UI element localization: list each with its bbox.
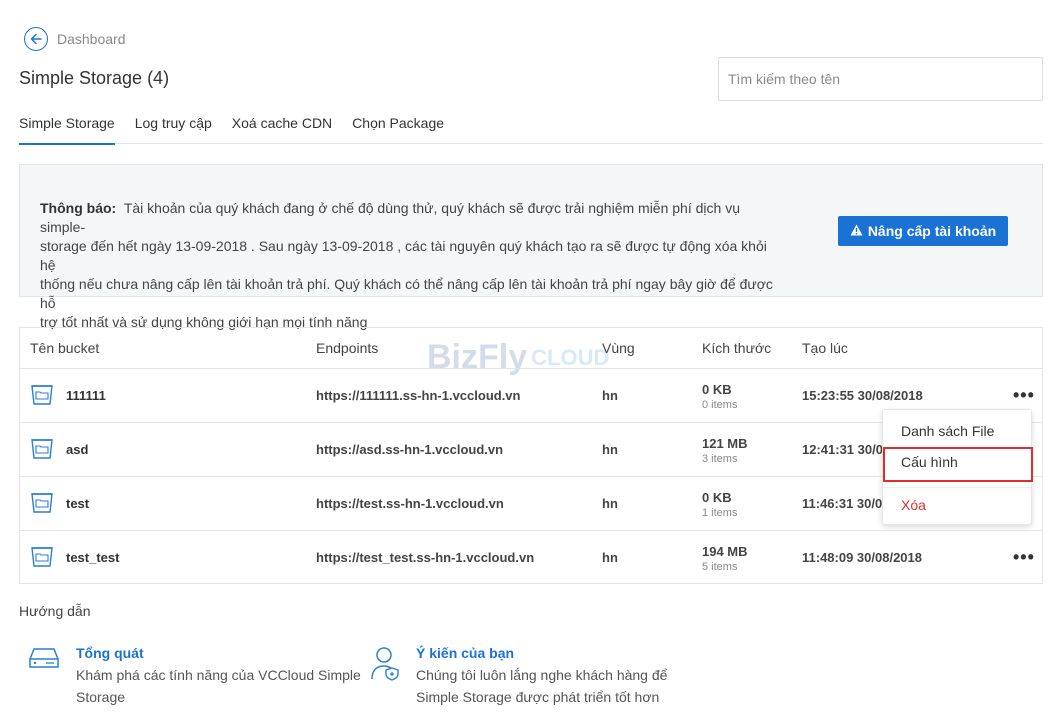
upgrade-button-label: Nâng cấp tài khoản <box>867 223 997 239</box>
bucket-created: 15:23:55 30/08/2018 <box>802 388 923 403</box>
bucket-region: hn <box>602 550 618 565</box>
server-icon <box>28 645 60 708</box>
more-actions-button[interactable]: ••• <box>1013 385 1035 406</box>
trial-notice: Thông báo: Tài khoản của quý khách đang … <box>19 164 1043 330</box>
tab-clear-cdn-cache[interactable]: Xoá cache CDN <box>232 115 332 144</box>
bucket-icon <box>30 491 54 516</box>
back-to-dashboard[interactable]: Dashboard <box>24 27 126 51</box>
notice-prefix: Thông báo: <box>40 200 117 216</box>
tab-bar: Simple Storage Log truy cập Xoá cache CD… <box>19 115 1043 145</box>
menu-item-file-list[interactable]: Danh sách File <box>901 423 994 439</box>
bucket-icon <box>30 383 54 408</box>
warning-icon <box>850 224 863 239</box>
guide-feedback-link[interactable]: Ý kiến của bạn <box>416 645 667 661</box>
upgrade-account-button[interactable]: Nâng cấp tài khoản <box>838 216 1008 246</box>
bucket-endpoint: https://asd.ss-hn-1.vccloud.vn <box>316 442 504 457</box>
user-support-icon <box>370 645 400 708</box>
search-input[interactable] <box>718 57 1043 101</box>
menu-divider <box>883 487 1031 488</box>
guide-title: Hướng dẫn <box>19 603 91 619</box>
bucket-region: hn <box>602 388 618 403</box>
header-region: Vùng <box>602 340 635 356</box>
bucket-name[interactable]: test_test <box>66 550 119 565</box>
menu-item-delete[interactable]: Xóa <box>901 497 926 513</box>
bucket-created: 12:41:31 30/0 <box>802 442 883 457</box>
bucket-items: 0 items <box>702 399 738 411</box>
menu-item-configure[interactable]: Cấu hình <box>901 454 958 470</box>
arrow-left-icon <box>24 27 48 51</box>
notice-line-2: storage đến hết ngày 13-09-2018 . Sau ng… <box>40 238 767 273</box>
guide-feedback-desc-2: Simple Storage được phát triển tốt hơn <box>416 689 660 705</box>
guide-overview-desc-2: Storage <box>76 689 126 705</box>
bucket-size: 121 MB <box>702 436 748 451</box>
bucket-size: 0 KB <box>702 490 732 505</box>
bucket-region: hn <box>602 496 618 511</box>
notice-line-3: thống nếu chưa nâng cấp lên tài khoản tr… <box>40 276 773 311</box>
bucket-created: 11:48:09 30/08/2018 <box>802 550 922 565</box>
bucket-size: 0 KB <box>702 382 732 397</box>
bucket-created: 11:46:31 30/0 <box>802 496 883 511</box>
guide-overview-link[interactable]: Tổng quát <box>76 645 361 661</box>
bucket-items: 5 items <box>702 561 738 573</box>
back-label: Dashboard <box>57 31 126 47</box>
bucket-endpoint: https://test.ss-hn-1.vccloud.vn <box>316 496 504 511</box>
table-header: Tên bucket Endpoints Vùng Kích thước Tạo… <box>20 328 1042 369</box>
bucket-items: 3 items <box>702 453 738 465</box>
header-bucket-name: Tên bucket <box>30 340 100 356</box>
bucket-region: hn <box>602 442 618 457</box>
guide-feedback: Ý kiến của bạn Chúng tôi luôn lắng nghe … <box>370 645 667 708</box>
bucket-size: 194 MB <box>702 544 748 559</box>
notice-line-1: Tài khoản của quý khách đang ở chế độ dù… <box>40 200 740 235</box>
bucket-actions-menu: Danh sách File Cấu hình Xóa <box>882 409 1033 525</box>
header-size: Kích thước <box>702 340 772 356</box>
bucket-endpoint: https://test_test.ss-hn-1.vccloud.vn <box>316 550 535 565</box>
header-created: Tạo lúc <box>802 340 848 356</box>
guide-overview-desc-1: Khám phá các tính năng của VCCloud Simpl… <box>76 667 361 683</box>
guide-overview: Tổng quát Khám phá các tính năng của VCC… <box>28 645 361 708</box>
table-row[interactable]: test_test https://test_test.ss-hn-1.vccl… <box>20 531 1042 585</box>
bucket-name[interactable]: 111111 <box>66 388 106 403</box>
header-endpoints: Endpoints <box>316 340 379 356</box>
tab-choose-package[interactable]: Chọn Package <box>352 115 444 144</box>
bucket-icon <box>30 545 54 570</box>
tab-access-log[interactable]: Log truy cập <box>135 115 212 144</box>
bucket-name[interactable]: asd <box>66 442 88 457</box>
bucket-endpoint: https://111111.ss-hn-1.vccloud.vn <box>316 388 521 403</box>
more-actions-button[interactable]: ••• <box>1013 547 1035 568</box>
bucket-name[interactable]: test <box>66 496 89 511</box>
bucket-icon <box>30 437 54 462</box>
page-title: Simple Storage (4) <box>19 68 170 88</box>
notice-text: Thông báo: Tài khoản của quý khách đang … <box>40 199 780 332</box>
tab-simple-storage[interactable]: Simple Storage <box>19 115 115 145</box>
bucket-items: 1 items <box>702 507 738 519</box>
guide-feedback-desc-1: Chúng tôi luôn lắng nghe khách hàng để <box>416 667 668 683</box>
